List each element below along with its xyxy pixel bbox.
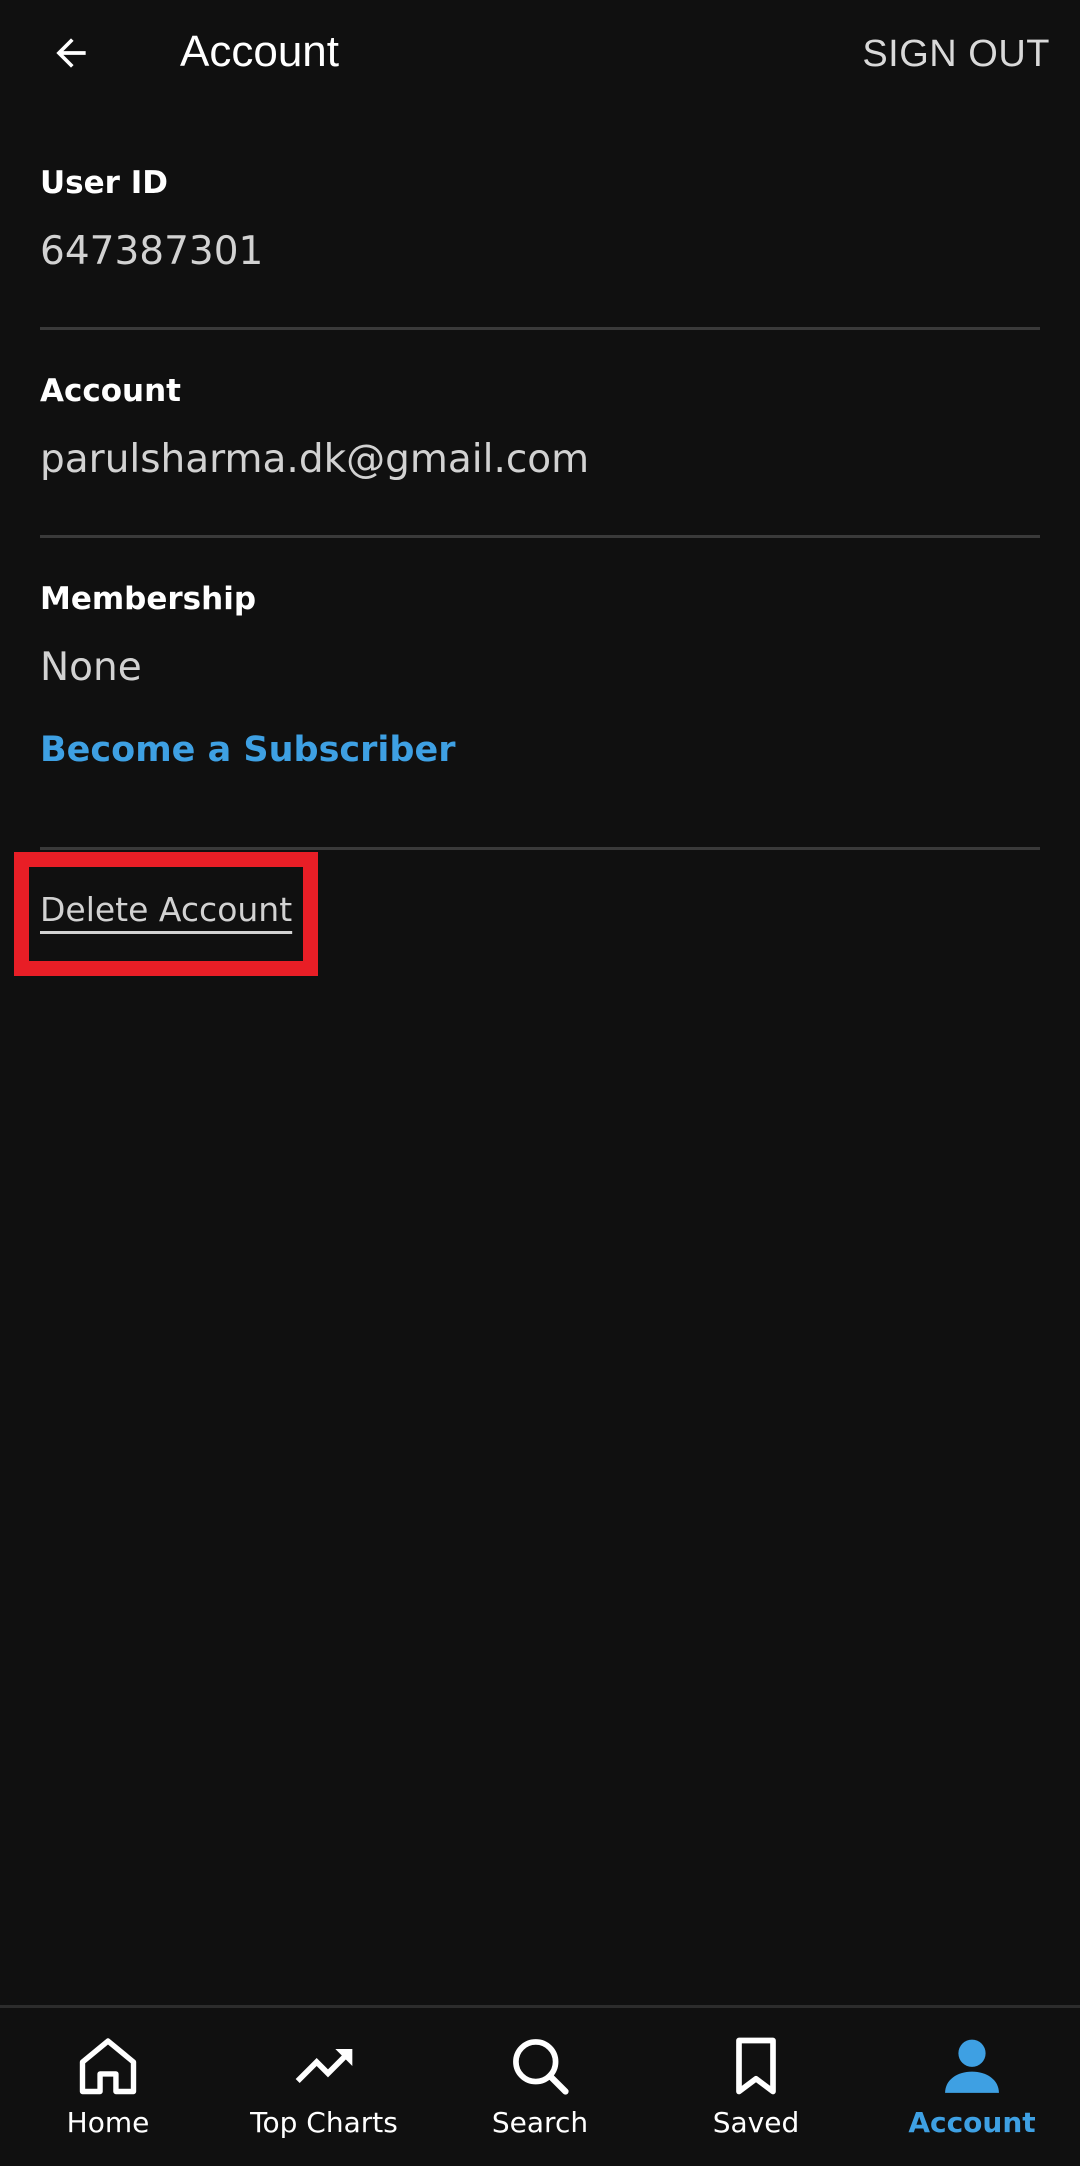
nav-item-saved[interactable]: Saved [648,2008,864,2166]
nav-item-top-charts[interactable]: Top Charts [216,2008,432,2166]
nav-label-saved: Saved [712,2106,800,2139]
page-title: Account [180,27,339,76]
bottom-nav: Home Top Charts Search Saved Account [0,2005,1080,2166]
account-section: Account parulsharma.dk@gmail.com [40,373,1040,482]
back-button[interactable] [36,18,106,88]
nav-label-top-charts: Top Charts [250,2106,398,2139]
nav-label-account: Account [908,2106,1036,2139]
user-id-section: User ID 647387301 [40,165,1040,274]
divider [40,535,1040,538]
nav-item-account[interactable]: Account [864,2008,1080,2166]
nav-label-home: Home [66,2106,150,2139]
user-id-value: 647387301 [40,229,264,274]
trending-up-icon [295,2049,353,2083]
nav-item-search[interactable]: Search [432,2008,648,2166]
divider [40,327,1040,330]
nav-item-home[interactable]: Home [0,2008,216,2166]
home-icon [79,2038,137,2095]
membership-value: None [40,645,142,690]
bookmark-icon [736,2037,776,2095]
account-email-value: parulsharma.dk@gmail.com [40,437,590,482]
sign-out-button[interactable]: SIGN OUT [862,28,1050,80]
user-id-label: User ID [40,165,168,201]
delete-account-link[interactable]: Delete Account [40,890,292,929]
divider [40,847,1040,850]
account-label: Account [40,373,181,409]
search-icon [513,2039,569,2095]
membership-label: Membership [40,581,257,617]
app-bar: Account SIGN OUT [0,0,1080,110]
person-icon [945,2039,999,2093]
arrow-left-icon [56,38,86,68]
membership-section: Membership None [40,581,1040,690]
become-subscriber-link[interactable]: Become a Subscriber [40,730,455,770]
nav-label-search: Search [491,2106,589,2139]
